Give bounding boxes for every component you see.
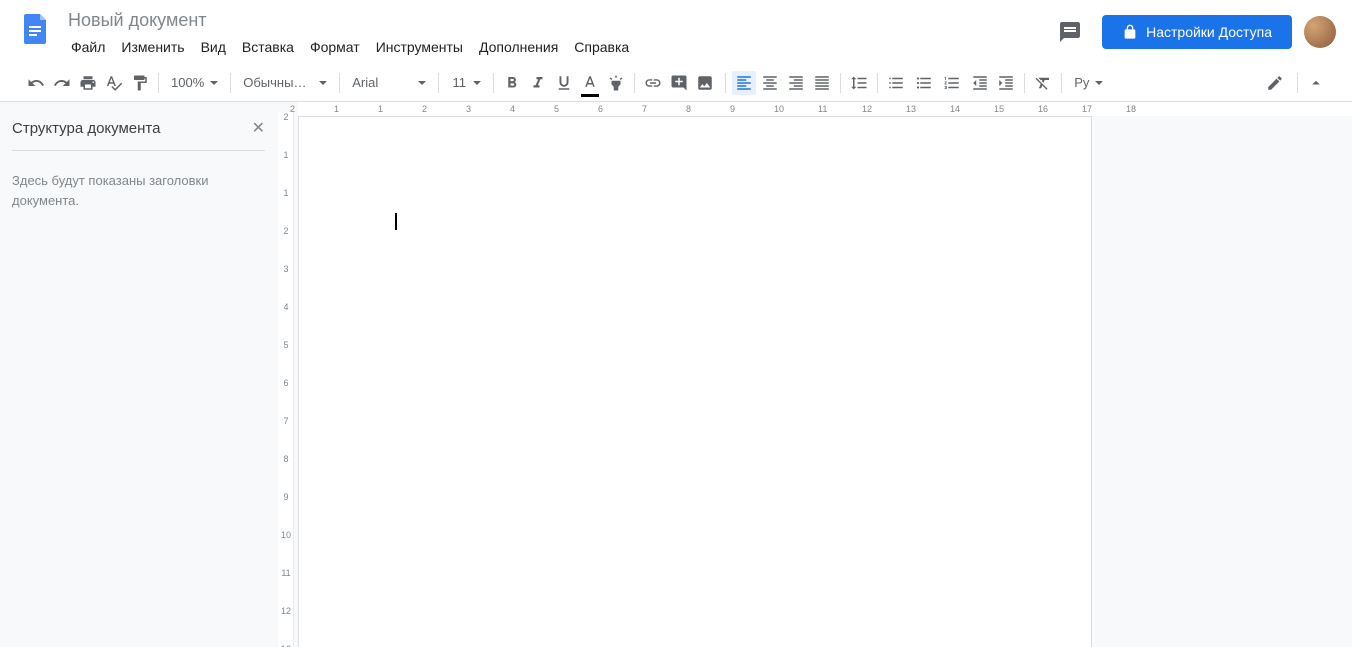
redo-button[interactable]	[50, 71, 74, 95]
docs-logo[interactable]	[16, 8, 56, 48]
separator	[230, 73, 231, 93]
separator	[877, 73, 878, 93]
input-tools-label: Ру	[1074, 75, 1089, 90]
separator	[840, 73, 841, 93]
avatar[interactable]	[1304, 16, 1336, 48]
toolbar: 100% Обычный … Arial 11 Ру	[0, 64, 1352, 102]
align-right-button[interactable]	[784, 71, 808, 95]
font-value: Arial	[352, 75, 412, 90]
separator	[339, 73, 340, 93]
menu-edit[interactable]: Изменить	[114, 35, 191, 59]
clear-formatting-button[interactable]	[1031, 71, 1055, 95]
share-label: Настройки Доступа	[1146, 24, 1272, 40]
caret-icon	[319, 81, 327, 85]
align-center-button[interactable]	[758, 71, 782, 95]
text-cursor	[395, 213, 397, 230]
bold-button[interactable]	[500, 71, 524, 95]
print-button[interactable]	[76, 71, 100, 95]
styles-select[interactable]: Обычный …	[237, 71, 333, 95]
editing-mode-button[interactable]	[1263, 71, 1291, 95]
header-right: Настройки Доступа	[1050, 12, 1336, 52]
separator	[438, 73, 439, 93]
spellcheck-button[interactable]	[102, 71, 126, 95]
editor-area: 21123456789101112131415161718 2112345678…	[278, 102, 1352, 647]
header: Новый документ Файл Изменить Вид Вставка…	[0, 0, 1352, 64]
menubar: Файл Изменить Вид Вставка Формат Инструм…	[64, 35, 1050, 59]
caret-icon	[473, 81, 481, 85]
comments-button[interactable]	[1050, 12, 1090, 52]
font-select[interactable]: Arial	[346, 71, 432, 95]
numbered-list-button[interactable]	[940, 71, 966, 95]
outline-empty-text: Здесь будут показаны заголовки документа…	[12, 171, 265, 210]
zoom-select[interactable]: 100%	[165, 71, 224, 95]
outline-panel: Структура документа ✕ Здесь будут показа…	[0, 102, 278, 647]
insert-link-button[interactable]	[641, 71, 665, 95]
vertical-ruler[interactable]: 2112345678910111213	[278, 112, 294, 647]
hide-menus-button[interactable]	[1304, 71, 1328, 95]
menu-view[interactable]: Вид	[194, 35, 233, 59]
separator	[725, 73, 726, 93]
undo-button[interactable]	[24, 71, 48, 95]
menu-tools[interactable]: Инструменты	[369, 35, 470, 59]
decrease-indent-button[interactable]	[968, 71, 992, 95]
font-size-select[interactable]: 11	[445, 71, 487, 95]
caret-icon	[1095, 81, 1103, 85]
zoom-value: 100%	[171, 75, 204, 90]
menu-help[interactable]: Справка	[567, 35, 636, 59]
increase-indent-button[interactable]	[994, 71, 1018, 95]
menu-file[interactable]: Файл	[64, 35, 112, 59]
separator	[1297, 73, 1298, 93]
menu-addons[interactable]: Дополнения	[472, 35, 565, 59]
outline-title: Структура документа	[12, 120, 160, 137]
insert-comment-button[interactable]	[667, 71, 691, 95]
text-color-button[interactable]	[578, 71, 602, 95]
line-spacing-button[interactable]	[847, 71, 871, 95]
title-area: Новый документ Файл Изменить Вид Вставка…	[64, 8, 1050, 59]
align-justify-button[interactable]	[810, 71, 834, 95]
style-value: Обычный …	[243, 75, 313, 90]
underline-button[interactable]	[552, 71, 576, 95]
horizontal-ruler[interactable]: 21123456789101112131415161718	[298, 102, 1352, 116]
document-title[interactable]: Новый документ	[64, 8, 1050, 33]
menu-format[interactable]: Формат	[303, 35, 367, 59]
insert-image-button[interactable]	[693, 71, 719, 95]
input-tools-button[interactable]: Ру	[1068, 71, 1109, 95]
separator	[634, 73, 635, 93]
separator	[493, 73, 494, 93]
size-value: 11	[451, 75, 467, 90]
bullet-list-button[interactable]	[912, 71, 938, 95]
separator	[1024, 73, 1025, 93]
align-left-button[interactable]	[732, 71, 756, 95]
caret-icon	[418, 81, 426, 85]
italic-button[interactable]	[526, 71, 550, 95]
share-button[interactable]: Настройки Доступа	[1102, 15, 1292, 49]
caret-icon	[210, 81, 218, 85]
document-page[interactable]	[298, 116, 1092, 647]
outline-header: Структура документа ✕	[12, 118, 265, 151]
paint-format-button[interactable]	[128, 71, 152, 95]
menu-insert[interactable]: Вставка	[235, 35, 301, 59]
separator	[1061, 73, 1062, 93]
separator	[158, 73, 159, 93]
highlight-button[interactable]	[604, 71, 628, 95]
main: Структура документа ✕ Здесь будут показа…	[0, 102, 1352, 647]
close-icon[interactable]: ✕	[252, 118, 265, 138]
checklist-button[interactable]	[884, 71, 910, 95]
